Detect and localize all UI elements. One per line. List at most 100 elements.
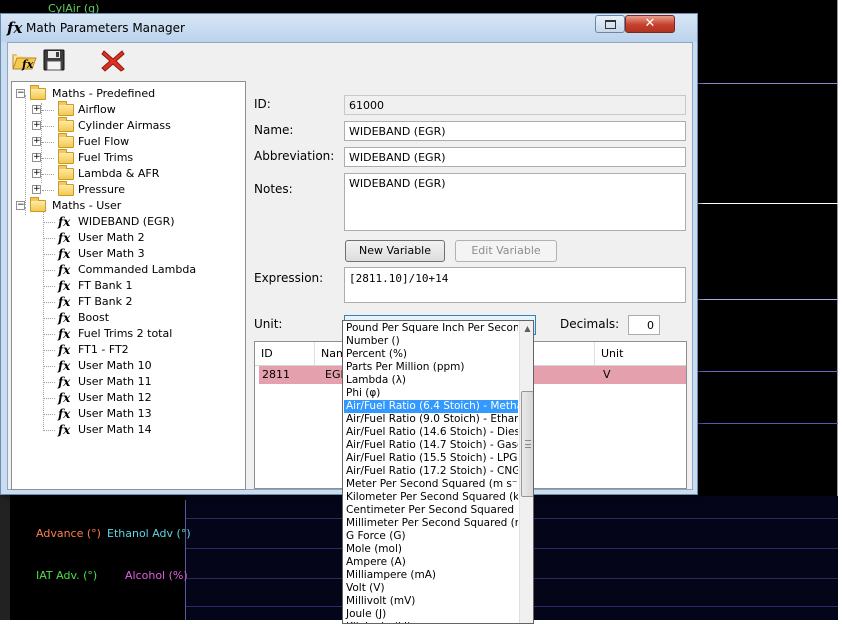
fx-icon: fx — [58, 231, 71, 245]
dropdown-option[interactable]: Mole (mol) — [344, 543, 518, 556]
dropdown-option[interactable]: Pound Per Square Inch Per Second — [344, 322, 518, 335]
open-button[interactable]: fx — [10, 46, 40, 74]
collapse-icon[interactable]: − — [16, 89, 25, 98]
tree-node-label: FT Bank 2 — [78, 295, 133, 308]
save-button[interactable] — [40, 46, 70, 74]
close-button[interactable]: ✕ — [625, 15, 675, 33]
tree-node-label: Lambda & AFR — [78, 167, 160, 180]
expand-icon[interactable]: + — [32, 121, 41, 130]
expand-icon[interactable]: + — [32, 169, 41, 178]
restore-icon — [605, 20, 616, 29]
dropdown-option[interactable]: Millivolt (mV) — [344, 595, 518, 608]
edit-variable-button[interactable]: Edit Variable — [455, 240, 557, 262]
dropdown-option[interactable]: G Force (G) — [344, 530, 518, 543]
abbreviation-field[interactable]: WIDEBAND (EGR) — [344, 147, 686, 167]
unit-dropdown-list[interactable]: Pound Per Square Inch Per Second Number (… — [342, 320, 534, 624]
tree-guide-line — [42, 158, 54, 159]
dropdown-option[interactable]: Air/Fuel Ratio (9.0 Stoich) - Ethanol — [344, 413, 518, 426]
dropdown-option[interactable]: Meter Per Second Squared (m s⁻²) — [344, 478, 518, 491]
notes-label: Notes: — [254, 182, 293, 196]
fx-icon: fx — [58, 375, 71, 389]
gauge-label-alcohol: Alcohol (%) — [125, 569, 188, 582]
tree-node-label: User Math 13 — [78, 407, 152, 420]
folder-icon — [58, 181, 74, 196]
expression-field[interactable]: [2811.10]/10+14 — [344, 267, 686, 303]
dropdown-option[interactable]: Kilometer Per Second Squared (km s — [344, 491, 518, 504]
fx-icon: fx — [58, 295, 71, 309]
restore-button[interactable] — [595, 15, 625, 33]
dropdown-option[interactable]: Lambda (λ) — [344, 374, 518, 387]
dropdown-option[interactable]: Parts Per Million (ppm) — [344, 361, 518, 374]
fx-icon: fx — [58, 343, 71, 357]
bg-left-strip — [0, 490, 10, 620]
folder-icon — [58, 101, 74, 116]
tree-node-label: Airflow — [78, 103, 116, 116]
name-field[interactable]: WIDEBAND (EGR) — [344, 121, 686, 141]
folder-open-icon — [30, 85, 46, 100]
dropdown-option[interactable]: Air/Fuel Ratio (17.2 Stoich) - CNG (A — [344, 465, 518, 478]
tree-guide-line — [43, 430, 55, 431]
notes-field[interactable]: WIDEBAND (EGR) — [344, 173, 686, 231]
folder-icon — [58, 133, 74, 148]
dropdown-option[interactable]: Milliampere (mA) — [344, 569, 518, 582]
expand-icon[interactable]: + — [32, 105, 41, 114]
dropdown-option[interactable]: Centimeter Per Second Squared (cm — [344, 504, 518, 517]
dropdown-option[interactable]: Percent (%) — [344, 348, 518, 361]
fx-icon: fx — [58, 279, 71, 293]
title-bar[interactable]: fx Math Parameters Manager ✕ — [1, 14, 697, 42]
dropdown-option[interactable]: Joule (J) — [344, 608, 518, 621]
fx-icon: fx — [58, 263, 71, 277]
expand-icon[interactable]: + — [32, 153, 41, 162]
tree-node-label: User Math 14 — [78, 423, 152, 436]
new-variable-button[interactable]: New Variable — [345, 240, 445, 262]
scroll-up-arrow-icon[interactable]: ▲ — [520, 321, 533, 336]
bg-trace-line — [695, 371, 838, 372]
column-header-id[interactable]: ID — [255, 342, 315, 366]
tree-guide-line — [43, 366, 55, 367]
tree-node-label: Fuel Trims — [78, 151, 134, 164]
tree-guide-line — [43, 286, 55, 287]
cell-unit: V — [603, 368, 611, 381]
dropdown-option[interactable]: Ampere (A) — [344, 556, 518, 569]
tree-guide-line — [43, 318, 55, 319]
tree-guide-line — [25, 95, 26, 205]
tree-guide-line — [43, 270, 55, 271]
dropdown-option[interactable]: Air/Fuel Ratio (15.5 Stoich) - LPG (A — [344, 452, 518, 465]
dropdown-scrollbar[interactable]: ▲ — [519, 321, 533, 623]
gauge-label-advance: Advance (°) — [36, 527, 101, 540]
tree-guide-line — [43, 414, 55, 415]
dropdown-option[interactable]: Number () — [344, 335, 518, 348]
decimals-label: Decimals: — [560, 317, 620, 331]
delete-x-icon — [101, 50, 125, 72]
maths-tree[interactable]: − Maths - Predefined + Airflow + Cylinder A… — [11, 81, 246, 490]
dropdown-option[interactable]: Air/Fuel Ratio (6.4 Stoich) - Methanol — [344, 400, 518, 413]
tree-guide-line — [41, 103, 42, 183]
bg-trace-line — [695, 423, 838, 424]
tree-node-label: Commanded Lambda — [78, 263, 197, 276]
dropdown-option[interactable]: Phi (φ) — [344, 387, 518, 400]
tree-node-label: FT Bank 1 — [78, 279, 133, 292]
dropdown-option[interactable]: Volt (V) — [344, 582, 518, 595]
dropdown-option[interactable]: Millimeter Per Second Squared (mm s — [344, 517, 518, 530]
tree-node-label: User Math 11 — [78, 375, 152, 388]
folder-icon — [58, 117, 74, 132]
dropdown-option[interactable]: Air/Fuel Ratio (14.7 Stoich) - Gasoline — [344, 439, 518, 452]
bg-gauge-panel — [0, 500, 186, 620]
collapse-icon[interactable]: − — [16, 201, 25, 210]
tree-guide-line — [43, 254, 55, 255]
tree-node-label: Maths - User — [52, 199, 122, 212]
decimals-field[interactable]: 0 — [628, 315, 660, 335]
unit-label: Unit: — [254, 317, 283, 331]
tree-guide-line — [25, 207, 26, 215]
tree-node-label: Fuel Flow — [78, 135, 130, 148]
expand-icon[interactable]: + — [32, 185, 41, 194]
expression-label: Expression: — [254, 271, 324, 285]
tree-node-label: User Math 12 — [78, 391, 152, 404]
expand-icon[interactable]: + — [32, 137, 41, 146]
dropdown-option[interactable]: Air/Fuel Ratio (14.6 Stoich) - Diesel — [344, 426, 518, 439]
column-header-unit[interactable]: Unit — [595, 342, 686, 366]
scrollbar-thumb[interactable] — [521, 391, 533, 497]
delete-button[interactable] — [98, 46, 128, 74]
tree-guide-line — [43, 222, 55, 223]
fx-icon: fx — [58, 423, 71, 437]
